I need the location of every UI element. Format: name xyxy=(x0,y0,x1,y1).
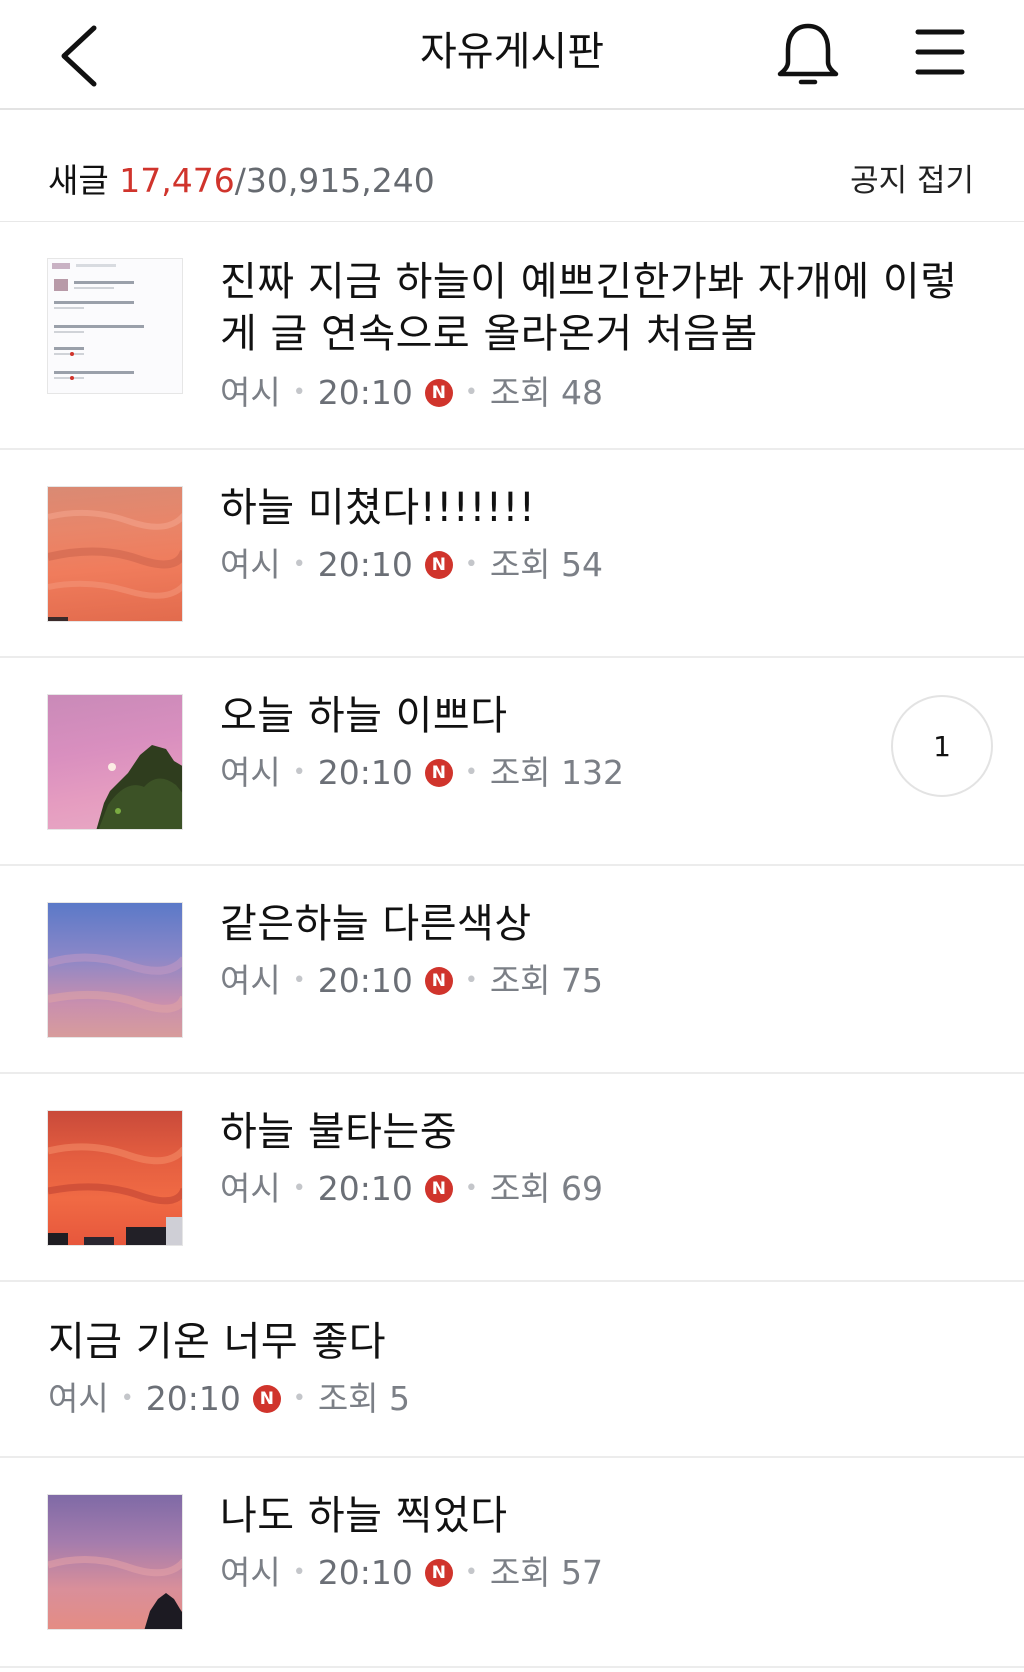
post-time: 20:10 xyxy=(145,1379,241,1418)
post-title: 나도 하늘 찍었다 xyxy=(220,1493,508,1539)
new-badge: N xyxy=(424,1175,453,1203)
post-author: 여시 xyxy=(220,373,281,412)
new-badge: N xyxy=(424,379,453,407)
post-author: 여시 xyxy=(220,961,281,1000)
new-badge: N xyxy=(424,759,453,787)
post-time: 20:10 xyxy=(317,961,413,1000)
bell-icon xyxy=(777,23,839,85)
post-author: 여시 xyxy=(220,545,281,584)
post-views: 조회 75 xyxy=(489,961,604,1000)
post-views: 조회 132 xyxy=(489,753,625,792)
post-time: 20:10 xyxy=(317,753,413,792)
post-thumbnail xyxy=(47,1110,183,1246)
new-badge: N xyxy=(424,551,453,579)
post-list-item[interactable]: 같은하늘 다른색상 여시 • 20:10 N • 조회 75 xyxy=(0,866,1024,1074)
post-meta: 여시 • 20:10 N • 조회 48 xyxy=(220,372,603,414)
notification-button[interactable] xyxy=(772,18,844,90)
meta-separator: • xyxy=(464,1176,478,1201)
post-time: 20:10 xyxy=(317,1553,413,1592)
post-list-item[interactable]: 하늘 미쳤다!!!!!!! 여시 • 20:10 N • 조회 54 xyxy=(0,450,1024,658)
post-time: 20:10 xyxy=(317,1169,413,1208)
count-separator: / xyxy=(234,161,246,200)
post-author: 여시 xyxy=(220,1553,281,1592)
post-views: 조회 48 xyxy=(489,373,604,412)
post-meta: 여시 • 20:10 N • 조회 132 xyxy=(220,752,624,794)
post-meta: 여시 • 20:10 N • 조회 54 xyxy=(220,544,603,586)
fold-notice-button[interactable]: 공지 접기 xyxy=(850,160,974,202)
post-list-item[interactable]: 오늘 하늘 이쁘다 여시 • 20:10 N • 조회 132 1 xyxy=(0,658,1024,866)
meta-separator: • xyxy=(464,760,478,785)
post-stats-bar: 새글 17,476/30,915,240 공지 접기 xyxy=(0,110,1024,222)
post-meta: 여시 • 20:10 N • 조회 75 xyxy=(220,960,603,1002)
meta-separator: • xyxy=(464,968,478,993)
menu-button[interactable] xyxy=(910,22,970,82)
post-time: 20:10 xyxy=(317,545,413,584)
post-views: 조회 54 xyxy=(489,545,604,584)
meta-separator: • xyxy=(292,1386,306,1411)
meta-separator: • xyxy=(292,968,306,993)
post-list-item[interactable]: 하늘 불타는중 여시 • 20:10 N • 조회 69 xyxy=(0,1074,1024,1282)
new-badge: N xyxy=(252,1385,281,1413)
post-count-summary: 새글 17,476/30,915,240 xyxy=(48,160,435,202)
post-title: 하늘 미쳤다!!!!!!! xyxy=(220,485,536,531)
meta-separator: • xyxy=(292,1560,306,1585)
new-badge: N xyxy=(424,1559,453,1587)
post-title: 지금 기온 너무 좋다 xyxy=(48,1319,387,1365)
comment-count-badge[interactable]: 1 xyxy=(891,695,993,797)
post-thumbnail xyxy=(47,258,183,394)
post-views: 조회 5 xyxy=(317,1379,411,1418)
total-post-count: 30,915,240 xyxy=(245,161,435,200)
post-list-item[interactable]: 지금 기온 너무 좋다 여시 • 20:10 N • 조회 5 xyxy=(0,1282,1024,1458)
post-title: 같은하늘 다른색상 xyxy=(220,901,532,947)
meta-separator: • xyxy=(292,1176,306,1201)
meta-separator: • xyxy=(464,1560,478,1585)
meta-separator: • xyxy=(292,760,306,785)
meta-separator: • xyxy=(120,1386,134,1411)
post-title: 진짜 지금 하늘이 예쁘긴한가봐 자개에 이렇게 글 연속으로 올라온거 처음봄 xyxy=(220,259,958,357)
post-views: 조회 57 xyxy=(489,1553,604,1592)
new-posts-label: 새글 xyxy=(48,161,109,200)
meta-separator: • xyxy=(292,380,306,405)
meta-separator: • xyxy=(292,552,306,577)
post-list-item[interactable]: 진짜 지금 하늘이 예쁘긴한가봐 자개에 이렇게 글 연속으로 올라온거 처음봄… xyxy=(0,222,1024,450)
post-meta: 여시 • 20:10 N • 조회 69 xyxy=(220,1168,603,1210)
hamburger-menu-icon xyxy=(915,29,965,75)
post-title: 하늘 불타는중 xyxy=(220,1109,458,1155)
post-author: 여시 xyxy=(48,1379,109,1418)
post-thumbnail xyxy=(47,1494,183,1630)
page-title: 자유게시판 xyxy=(420,29,604,75)
meta-separator: • xyxy=(464,552,478,577)
post-thumbnail xyxy=(47,694,183,830)
post-thumbnail xyxy=(47,902,183,1038)
post-list-item[interactable]: 나도 하늘 찍었다 여시 • 20:10 N • 조회 57 xyxy=(0,1458,1024,1668)
post-time: 20:10 xyxy=(317,373,413,412)
post-meta: 여시 • 20:10 N • 조회 5 xyxy=(48,1378,410,1420)
post-thumbnail xyxy=(47,486,183,622)
post-author: 여시 xyxy=(220,1169,281,1208)
post-views: 조회 69 xyxy=(489,1169,604,1208)
post-meta: 여시 • 20:10 N • 조회 57 xyxy=(220,1552,603,1594)
new-post-count: 17,476 xyxy=(119,161,235,200)
post-author: 여시 xyxy=(220,753,281,792)
meta-separator: • xyxy=(464,380,478,405)
top-navigation-bar: 자유게시판 xyxy=(0,0,1024,110)
post-title: 오늘 하늘 이쁘다 xyxy=(220,693,508,739)
new-badge: N xyxy=(424,967,453,995)
